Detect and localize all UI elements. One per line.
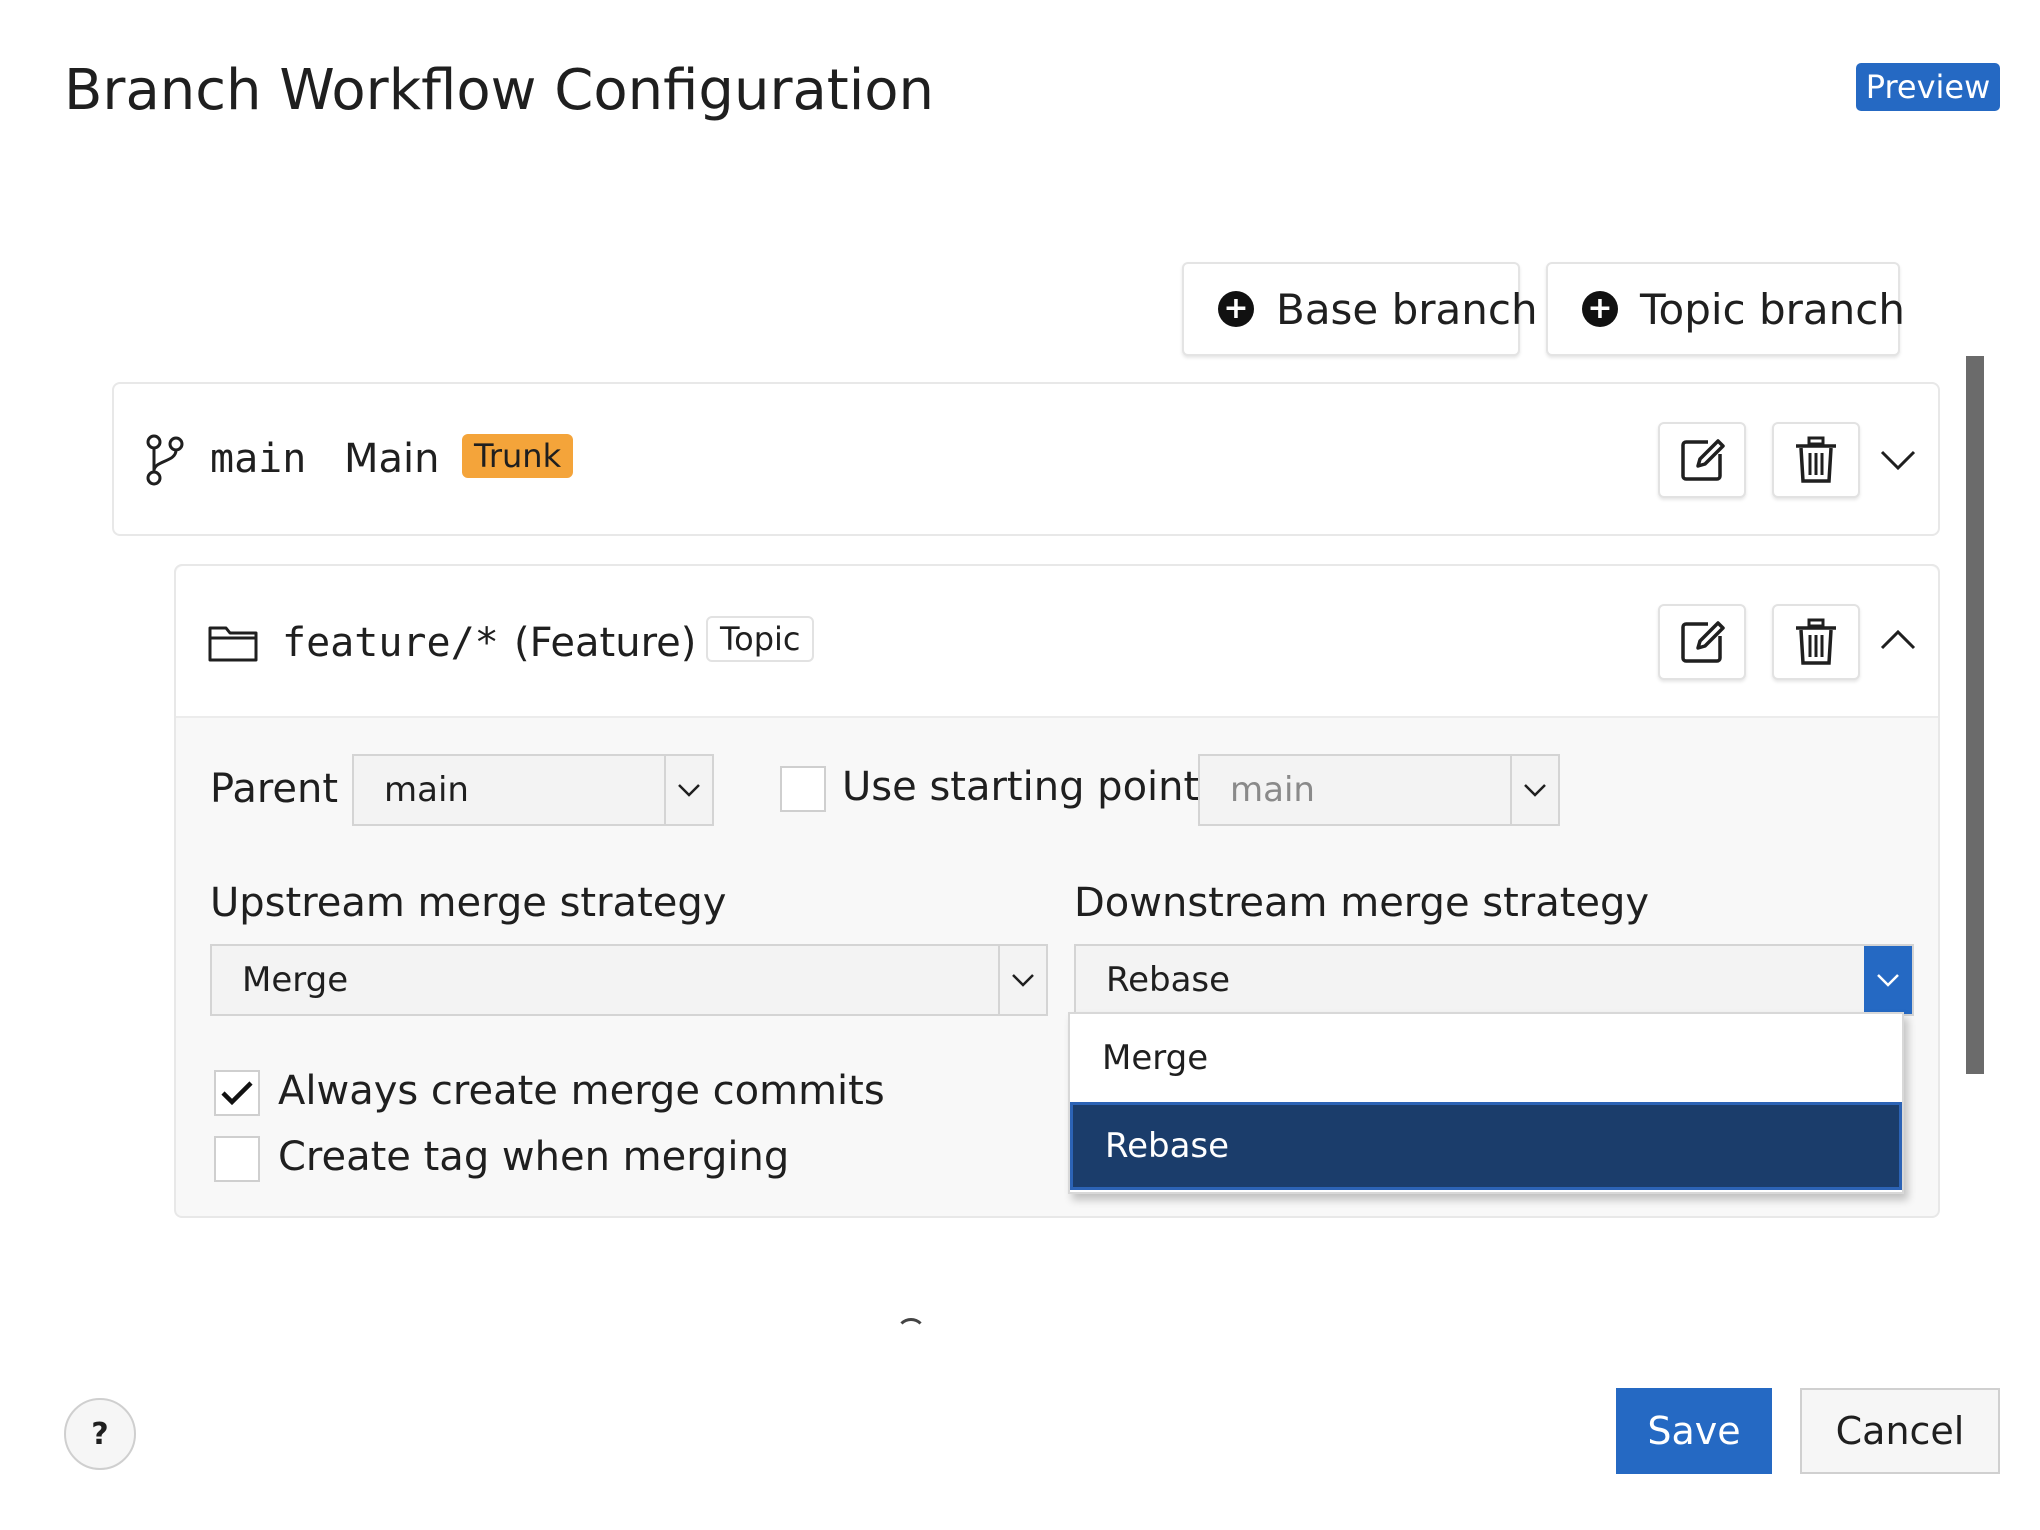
downstream-merge-value: Rebase [1106,960,1231,1000]
trash-icon [1796,618,1836,665]
checkmark-icon [221,1081,253,1106]
parent-label: Parent [210,766,339,812]
branch-pattern: feature/* [282,620,499,666]
add-topic-branch-label: Topic branch [1640,284,1905,334]
chevron-down-icon [998,946,1046,1014]
trash-icon [1796,436,1836,483]
scrollbar[interactable] [1966,356,1984,1074]
edit-icon [1681,621,1725,663]
upstream-merge-value: Merge [242,960,349,1000]
downstream-merge-label: Downstream merge strategy [1074,880,1650,926]
trunk-badge: Trunk [462,434,574,478]
starting-point-select-value: main [1230,770,1315,810]
downstream-merge-select[interactable]: Rebase [1074,944,1914,1016]
edit-icon [1681,439,1725,481]
create-tag-checkbox[interactable] [214,1136,260,1182]
cancel-button[interactable]: Cancel [1800,1388,2000,1474]
branch-name: Main [344,436,440,482]
always-merge-commits-checkbox[interactable] [214,1070,260,1116]
plus-circle-icon: + [1582,291,1618,327]
chevron-down-icon [1510,756,1558,824]
parent-select-value: main [384,770,469,810]
topic-badge: Topic [706,616,815,662]
upstream-merge-label: Upstream merge strategy [210,880,727,926]
create-tag-label: Create tag when merging [278,1134,790,1180]
upstream-merge-select[interactable]: Merge [210,944,1048,1016]
use-starting-point-label: Use starting point [842,764,1200,810]
add-base-branch-label: Base branch [1276,284,1538,334]
plus-circle-icon: + [1218,291,1254,327]
edit-button[interactable] [1658,604,1746,680]
help-button[interactable]: ? [64,1398,136,1470]
branch-card-main: main Main Trunk [112,382,1940,536]
delete-button[interactable] [1772,604,1860,680]
save-button[interactable]: Save [1616,1388,1772,1474]
add-base-branch-button[interactable]: + Base branch [1182,262,1538,356]
folder-icon [208,624,258,662]
dropdown-option-rebase[interactable]: Rebase [1070,1102,1902,1190]
collapse-chevron-up-icon[interactable] [1878,620,1918,660]
chevron-down-icon [664,756,712,824]
edit-button[interactable] [1658,422,1746,498]
parent-select[interactable]: main [352,754,714,826]
add-topic-branch-button[interactable]: + Topic branch [1546,262,1905,356]
always-merge-commits-label: Always create merge commits [278,1068,885,1114]
branch-pattern: main [210,436,307,482]
use-starting-point-checkbox[interactable] [780,766,826,812]
git-branch-icon [144,434,186,486]
downstream-merge-dropdown: Merge Rebase [1068,1012,1904,1194]
dropdown-option-merge[interactable]: Merge [1070,1014,1902,1102]
delete-button[interactable] [1772,422,1860,498]
chevron-down-icon [1864,946,1912,1014]
preview-badge: Preview [1856,63,2000,111]
loading-spinner-icon [896,1318,926,1348]
starting-point-select: main [1198,754,1560,826]
branch-name: (Feature) [514,620,697,666]
dialog-title: Branch Workflow Configuration [64,58,935,123]
expand-chevron-down-icon[interactable] [1878,440,1918,480]
branch-card-header: feature/* (Feature) Topic [176,566,1938,718]
